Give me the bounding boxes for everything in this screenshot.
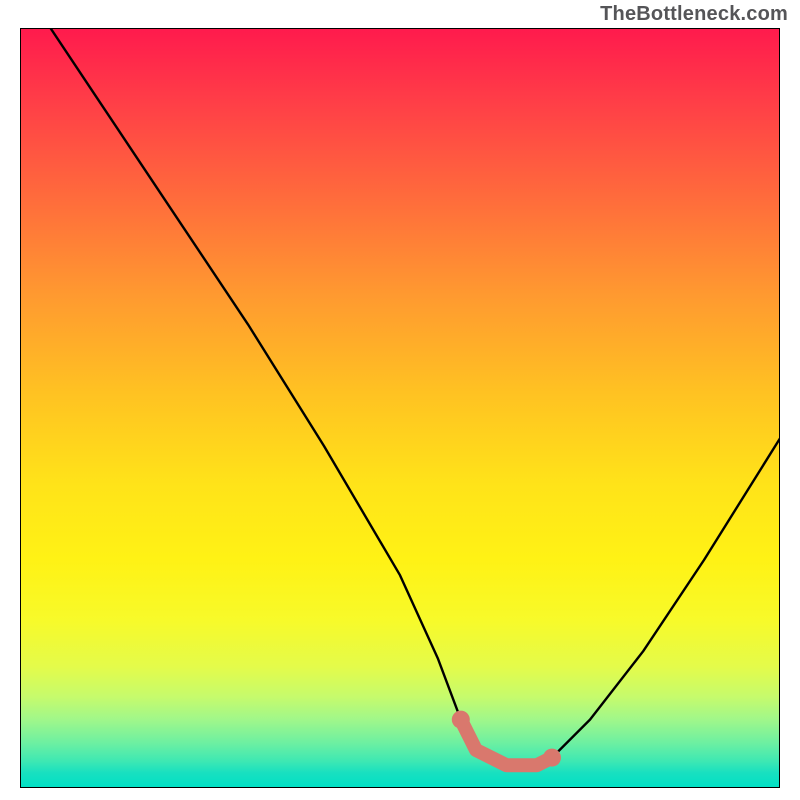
chart-container: TheBottleneck.com <box>0 0 800 800</box>
plot-area <box>20 28 780 788</box>
curve-layer <box>20 28 780 788</box>
watermark-text: TheBottleneck.com <box>600 3 788 26</box>
optimal-range-highlight <box>461 720 552 766</box>
optimal-range-end-icon <box>543 749 561 767</box>
optimal-range-start-icon <box>452 711 470 729</box>
bottleneck-curve <box>50 28 780 765</box>
